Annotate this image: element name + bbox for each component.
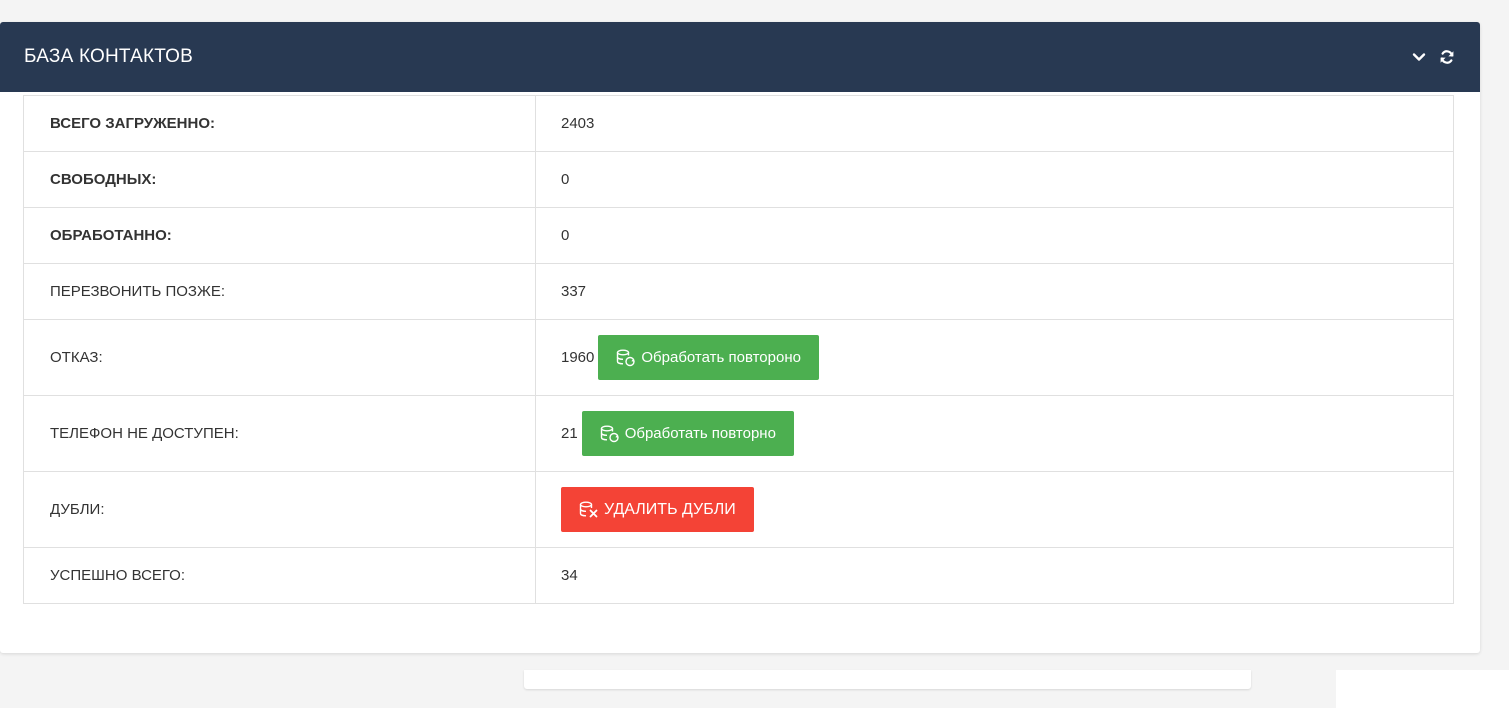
database-delete-icon: [579, 501, 599, 519]
table-row: СВОБОДНЫХ: 0: [23, 151, 1454, 208]
row-label: УСПЕШНО ВСЕГО:: [23, 547, 536, 604]
table-row: ПЕРЕЗВОНИТЬ ПОЗЖЕ: 337: [23, 263, 1454, 320]
row-label: ТЕЛЕФОН НЕ ДОСТУПЕН:: [23, 395, 536, 472]
table-row: ДУБЛИ: УДАЛИТЬ ДУБЛИ: [23, 471, 1454, 548]
row-value: 34: [535, 547, 1454, 604]
row-value: 21: [561, 425, 578, 442]
panel-header: БАЗА КОНТАКТОВ: [0, 22, 1480, 92]
next-panel-edge: [524, 670, 1251, 689]
contacts-stats-table: ВСЕГО ЗАГРУЖЕННО: 2403 СВОБОДНЫХ: 0 ОБРА…: [23, 95, 1454, 604]
table-row: УСПЕШНО ВСЕГО: 34: [23, 547, 1454, 604]
delete-duplicates-label: УДАЛИТЬ ДУБЛИ: [604, 500, 736, 518]
row-value: 0: [535, 151, 1454, 208]
row-label: СВОБОДНЫХ:: [23, 151, 536, 208]
row-value: 0: [535, 207, 1454, 264]
panel-title: БАЗА КОНТАКТОВ: [24, 46, 194, 67]
table-row: ОТКАЗ: 1960 Обработать повтороно: [23, 319, 1454, 396]
refresh-icon[interactable]: [1438, 48, 1456, 66]
table-row: ТЕЛЕФОН НЕ ДОСТУПЕН: 21 Обработать повто…: [23, 395, 1454, 472]
table-row: ВСЕГО ЗАГРУЖЕННО: 2403: [23, 95, 1454, 152]
reprocess-unavailable-label: Обработать повторно: [624, 425, 776, 442]
chevron-down-icon[interactable]: [1410, 48, 1428, 66]
reprocess-refusals-label: Обработать повтороно: [641, 349, 801, 366]
content-corner: [1336, 670, 1509, 708]
row-value-cell: УДАЛИТЬ ДУБЛИ: [535, 471, 1454, 548]
row-label: ВСЕГО ЗАГРУЖЕННО:: [23, 95, 536, 152]
row-value-cell: 1960 Обработать повтороно: [535, 319, 1454, 396]
reprocess-refusals-button[interactable]: Обработать повтороно: [598, 335, 819, 380]
reprocess-unavailable-button[interactable]: Обработать повторно: [581, 411, 794, 456]
row-value: 2403: [535, 95, 1454, 152]
row-label: ДУБЛИ:: [23, 471, 536, 548]
row-value-cell: 21 Обработать повторно: [535, 395, 1454, 472]
table-row: ОБРАБОТАННО: 0: [23, 207, 1454, 264]
database-refresh-icon: [616, 349, 636, 367]
database-refresh-icon: [600, 425, 620, 443]
row-label: ОБРАБОТАННО:: [23, 207, 536, 264]
header-tools: [1410, 48, 1456, 66]
row-label: ПЕРЕЗВОНИТЬ ПОЗЖЕ:: [23, 263, 536, 320]
delete-duplicates-button[interactable]: УДАЛИТЬ ДУБЛИ: [561, 487, 754, 532]
row-label: ОТКАЗ:: [23, 319, 536, 396]
row-value: 1960: [561, 349, 595, 366]
row-value: 337: [535, 263, 1454, 320]
